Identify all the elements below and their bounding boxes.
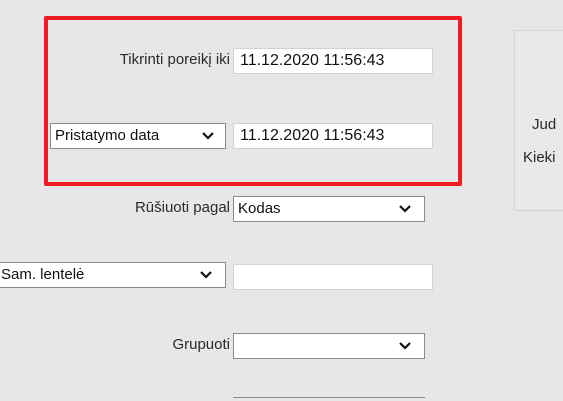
highlight-frame [44,16,462,186]
table-input[interactable] [233,264,433,290]
group-by-label: Grupuoti [172,336,230,353]
sort-by-label: Rūšiuoti pagal [134,199,230,216]
next-row-field-edge [233,397,425,401]
group-by-select[interactable] [233,333,425,359]
chevron-down-icon [398,202,412,216]
chevron-down-icon [398,339,412,353]
table-select[interactable]: Sam. lentelė [0,262,226,288]
sort-by-select-value: Kodas [238,200,281,217]
side-panel-label-1: Jud [532,116,557,133]
sort-by-select[interactable]: Kodas [233,196,425,222]
chevron-down-icon [199,268,213,282]
side-panel-label-2: Kieki [523,149,556,166]
table-select-value: Sam. lentelė [1,266,85,283]
side-panel: Jud Kieki [514,30,563,211]
